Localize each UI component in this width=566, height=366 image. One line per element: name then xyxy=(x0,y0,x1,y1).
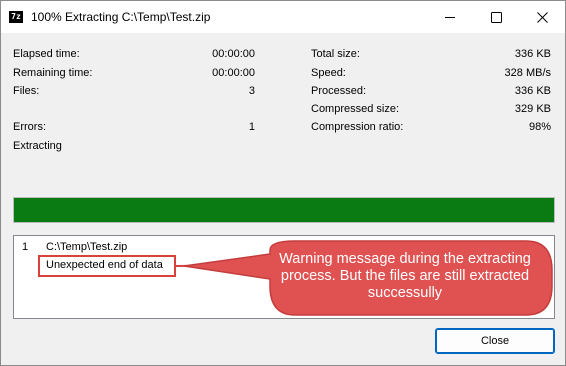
speed-label: Speed: xyxy=(311,67,346,79)
total-size-value: 336 KB xyxy=(514,48,551,60)
processed-value: 336 KB xyxy=(514,85,551,97)
status-text: Extracting xyxy=(13,140,62,152)
errors-label: Errors: xyxy=(13,121,46,133)
message-file-path: C:\Temp\Test.zip xyxy=(46,241,128,253)
remaining-time-value: 00:00:00 xyxy=(212,67,255,79)
title-bar[interactable]: 7z 100% Extracting C:\Temp\Test.zip xyxy=(1,1,565,33)
files-label: Files: xyxy=(13,85,40,97)
processed-label: Processed: xyxy=(311,85,367,97)
compressed-size-value: 329 KB xyxy=(514,103,551,115)
remaining-time-label: Remaining time: xyxy=(13,67,93,79)
elapsed-time-value: 00:00:00 xyxy=(212,48,255,60)
compression-ratio-label: Compression ratio: xyxy=(311,121,404,133)
progress-bar-fill xyxy=(14,198,554,222)
files-value: 3 xyxy=(248,85,255,97)
close-icon xyxy=(536,11,548,23)
close-button[interactable]: Close xyxy=(435,328,555,354)
maximize-icon xyxy=(490,11,502,23)
speed-value: 328 MB/s xyxy=(504,67,551,79)
close-window-button[interactable] xyxy=(519,1,565,33)
elapsed-time-label: Elapsed time: xyxy=(13,48,80,60)
errors-value: 1 xyxy=(248,121,255,133)
progress-bar xyxy=(13,197,555,223)
compressed-size-label: Compressed size: xyxy=(311,103,400,115)
compression-ratio-value: 98% xyxy=(528,121,551,133)
total-size-label: Total size: xyxy=(311,48,360,60)
callout-text: Warning message during the extracting pr… xyxy=(279,251,531,301)
extraction-dialog: 7z 100% Extracting C:\Temp\Test.zip Elap… xyxy=(0,0,566,366)
maximize-button[interactable] xyxy=(473,1,519,33)
minimize-icon xyxy=(445,17,455,18)
error-highlight-box xyxy=(38,255,176,277)
7zip-app-icon: 7z xyxy=(9,11,23,23)
message-index: 1 xyxy=(22,241,29,253)
minimize-button[interactable] xyxy=(427,1,473,33)
window-title: 100% Extracting C:\Temp\Test.zip xyxy=(31,10,211,24)
